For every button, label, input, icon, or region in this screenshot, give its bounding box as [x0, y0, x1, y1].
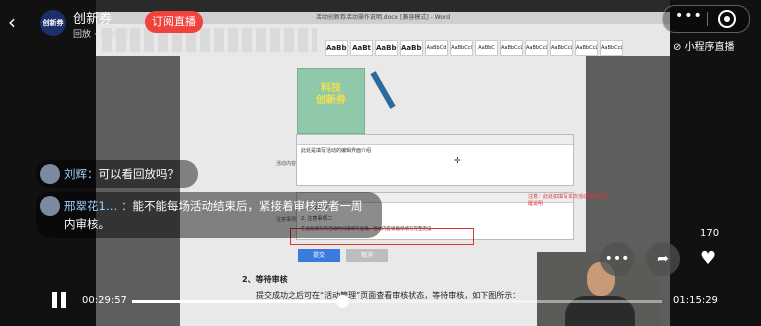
replay-meta: 回放 · 824 观看 — [73, 30, 138, 40]
section-heading: 2、等待审核 — [242, 275, 288, 284]
total-time: 01:15:29 — [673, 295, 718, 306]
style-chip: AaBbC — [375, 40, 398, 56]
progress-fill — [132, 300, 343, 303]
channel-name[interactable]: 创新券 — [73, 8, 112, 27]
mini-program-link[interactable]: ⊘ 小程序直播 — [673, 38, 735, 53]
content-editor-text: 此处是填写活动的编辑界面介绍 — [301, 148, 372, 154]
comment-item: 邢翠花1… ：能不能每场活动结束后，紧接着审核或者一周内审核。 — [36, 192, 382, 238]
target-icon[interactable] — [718, 10, 736, 28]
poster-image: 科技 创新券 — [297, 68, 365, 134]
heart-icon[interactable]: ♥ — [700, 248, 716, 269]
live-replay-player: 活动创新券活动操作说明.docx [兼容模式] - Word AaBbCAaBt… — [0, 0, 761, 326]
style-chip: AaBbCd — [425, 40, 448, 56]
content-editor: 此处是填写活动的编辑界面介绍 — [296, 134, 574, 186]
commenter-name: 邢翠花1… ： — [64, 199, 133, 213]
cancel-button: 取消 — [346, 249, 388, 262]
poster-line-1: 科技 — [321, 83, 341, 94]
style-chip: AaBbC — [475, 40, 498, 56]
comment-item: 刘辉：可以看回放吗？ — [36, 160, 198, 188]
link-icon: ⊘ — [673, 42, 685, 53]
style-chip: AaBbCcL — [500, 40, 523, 56]
commenter-avatar — [40, 196, 60, 216]
style-chip: AaBbCcL — [525, 40, 548, 56]
red-annotation: 注意：此处如填写本次活动重要的提醒说明 — [528, 194, 609, 207]
mini-program-label: 小程序直播 — [684, 42, 735, 53]
pause-icon[interactable] — [52, 292, 68, 310]
back-arrow-icon[interactable]: ‹ — [8, 10, 26, 34]
style-chip: AaBbC — [400, 40, 423, 56]
share-icon[interactable]: ➦ — [646, 242, 680, 276]
comment-text: 可以看回放吗？ — [98, 167, 180, 181]
mouse-cursor-icon: ✛ — [454, 156, 461, 165]
capsule-divider — [707, 12, 708, 26]
content-label: 活动内容 — [276, 161, 297, 167]
commenter-avatar — [40, 164, 60, 184]
speaker-camera — [537, 252, 661, 326]
ribbon-styles-gallery: AaBbCAaBtAaBbCAaBbCAaBbCdAaBbCclAaBbCAaB… — [325, 40, 623, 56]
like-count: 170 — [700, 228, 720, 239]
subscribe-button[interactable]: 订阅直播 — [145, 11, 203, 33]
channel-avatar[interactable]: 创新券 — [40, 10, 66, 36]
capsule-menu: ••• — [662, 5, 750, 33]
progress-track[interactable] — [132, 295, 662, 308]
current-time: 00:29:57 — [82, 295, 127, 306]
style-chip: AaBbCcL — [600, 40, 623, 56]
pin-graphic — [370, 71, 396, 109]
ellipsis-icon[interactable]: ••• — [600, 242, 634, 276]
style-chip: AaBbCcl — [450, 40, 473, 56]
submit-button: 提交 — [298, 249, 340, 262]
style-chip: AaBbCcL — [550, 40, 573, 56]
document-page: 科技 创新券 活动内容 此处是填写活动的编辑界面介绍 ✛ 注意事项 1. 注意事… — [180, 56, 608, 326]
style-chip: AaBbCcL — [575, 40, 598, 56]
commenter-name: 刘辉： — [64, 167, 99, 181]
more-dots-icon[interactable]: ••• — [675, 8, 703, 24]
editor-toolbar — [297, 135, 573, 145]
poster-line-2: 创新券 — [316, 95, 346, 106]
style-chip: AaBbC — [325, 40, 348, 56]
style-chip: AaBt — [350, 40, 373, 56]
